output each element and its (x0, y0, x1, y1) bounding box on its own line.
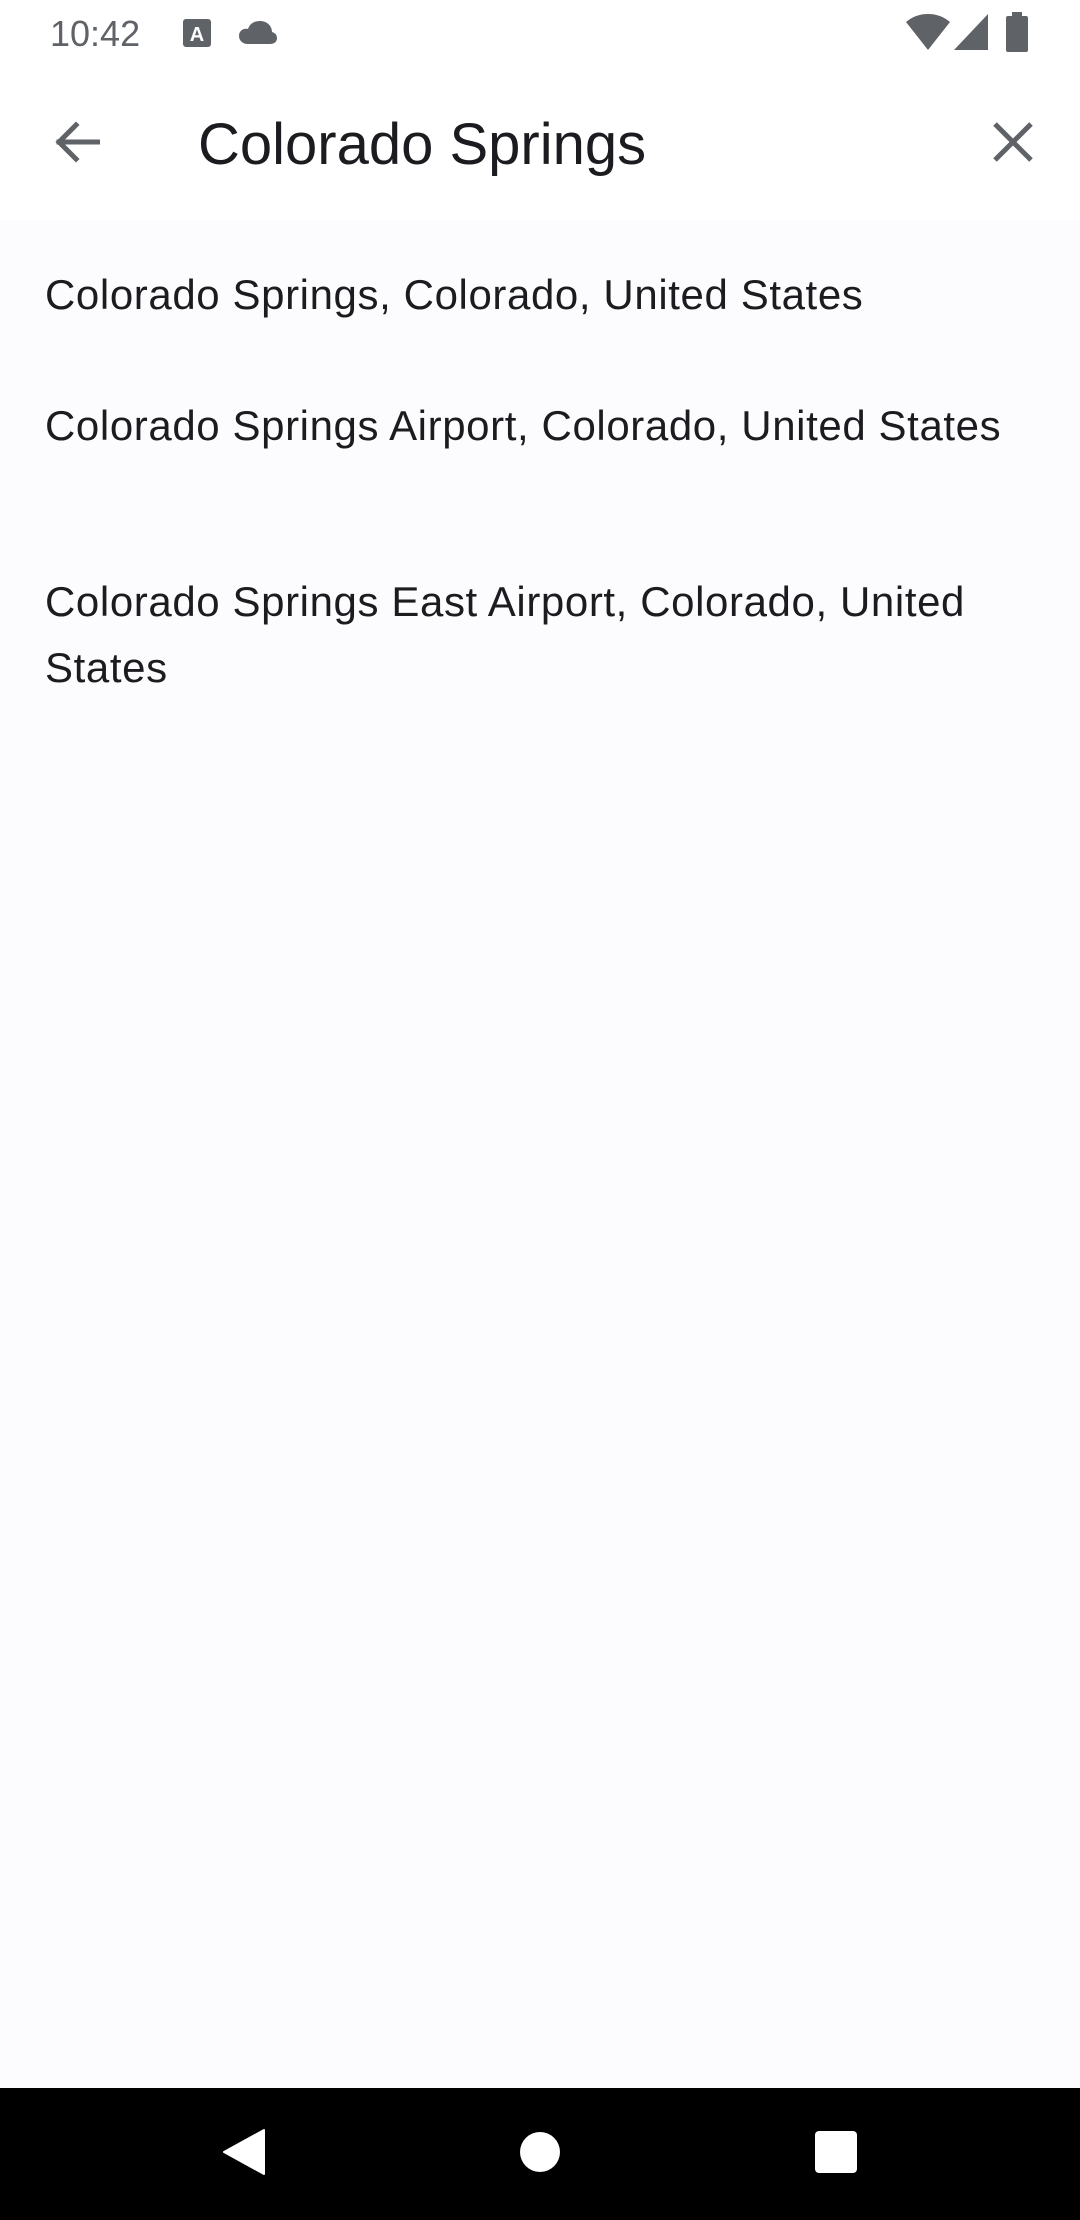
navigation-bar (0, 2088, 1080, 2220)
status-bar: 10:42 A (0, 0, 1080, 66)
signal-icon (954, 14, 988, 55)
svg-text:A: A (190, 24, 204, 46)
recents-square-icon (814, 2130, 858, 2179)
search-result-item[interactable]: Colorado Springs, Colorado, United State… (45, 262, 1005, 328)
search-result-item[interactable]: Colorado Springs East Airport, Colorado,… (45, 569, 1005, 701)
search-bar (0, 66, 1080, 220)
status-time: 10:42 (50, 13, 141, 54)
back-triangle-icon (222, 2128, 266, 2181)
nav-home-button[interactable] (502, 2116, 578, 2192)
search-input[interactable] (198, 102, 958, 186)
battery-icon (1006, 12, 1028, 57)
font-a-icon: A (182, 18, 212, 53)
search-result-item[interactable]: Colorado Springs Airport, Colorado, Unit… (45, 393, 1005, 459)
nav-back-button[interactable] (206, 2116, 282, 2192)
back-button[interactable] (42, 109, 112, 179)
close-icon (992, 121, 1034, 168)
arrow-left-icon (54, 119, 101, 170)
clear-search-button[interactable] (978, 109, 1048, 179)
nav-recents-button[interactable] (798, 2116, 874, 2192)
cloud-icon (238, 20, 278, 51)
home-circle-icon (519, 2131, 561, 2178)
wifi-icon (906, 14, 950, 55)
